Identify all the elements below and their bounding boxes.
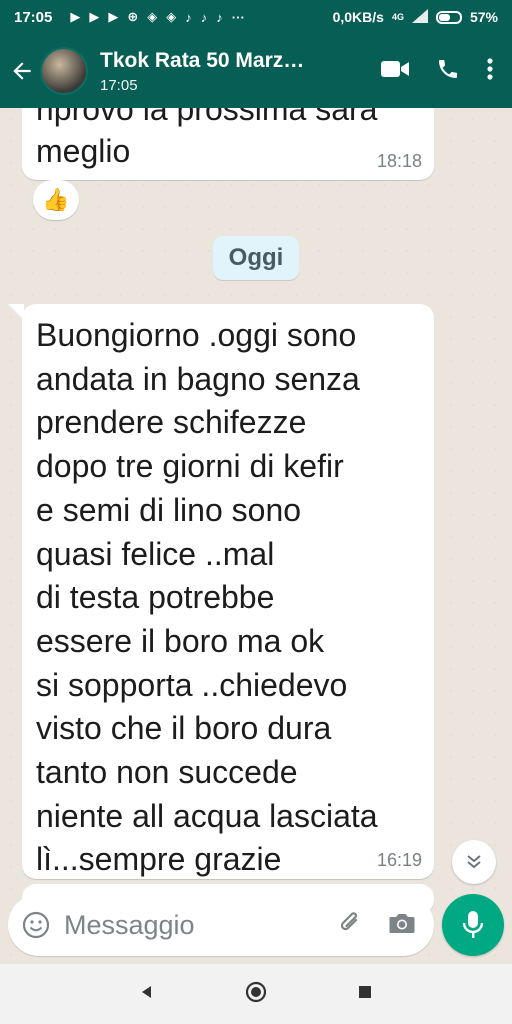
message-line: si sopporta ..chiedevo [36,666,348,703]
message-text: riprovo la prossima sarà meglio [36,108,377,172]
nav-home-button[interactable] [245,981,267,1008]
message-partial-line: riprovo la prossima sarà [36,108,378,127]
battery-icon [435,10,462,24]
nav-recents-icon [359,985,371,998]
avatar[interactable] [40,47,88,95]
camera-button[interactable] [388,911,416,940]
date-divider: Oggi [213,236,299,280]
voice-message-button[interactable] [442,894,504,956]
chat-area[interactable]: riprovo la prossima sarà meglio 18:18 👍 … [0,108,512,964]
mic-icon [462,911,484,938]
scroll-down-button[interactable] [452,840,496,884]
status-bar: 17:05 ▶ ▶ ▶ ⊕ ◈ ◈ ♪ ♪ ♪ ··· 0,0KB/s 4G 5… [0,0,512,34]
message-line: e semi di lino sono [36,491,302,528]
attach-button[interactable] [336,909,364,942]
message-line: prendere schifezze [36,404,307,441]
contact-info[interactable]: Tkok Rata 50 Marz… 17:05 [100,49,330,94]
play-notification-icon: ▶ [89,9,100,24]
system-nav-bar [0,964,512,1024]
attach-icon [340,911,358,930]
nav-home-icon [245,981,267,1002]
video-call-icon [381,60,409,77]
message-line: dopo tre giorni di kefir [36,448,344,485]
message-text: Buongiorno .oggi sono andata in bagno se… [36,314,426,882]
video-call-button[interactable] [380,58,410,85]
scroll-down-icon [467,855,481,869]
camera-icon [389,913,415,933]
back-arrow-icon [13,62,31,80]
message-line: Buongiorno .oggi sono [36,317,357,353]
message-bubble[interactable]: Buongiorno .oggi sono andata in bagno se… [22,304,434,879]
message-input[interactable] [64,909,304,941]
emoji-icon [22,911,50,939]
app-notification-icon: ◈ [166,9,177,24]
play-notification-icon: ▶ [70,9,81,24]
more-vert-icon [487,57,493,80]
last-seen: 17:05 [100,76,138,94]
message-line: quasi felice ..mal [36,535,275,572]
more-options-button[interactable] [486,57,494,86]
app-notification-icon: ⊕ [127,9,139,24]
message-time: 16:19 [376,850,422,870]
message-composer [8,894,434,956]
network-type: 4G [391,12,404,22]
tiktok-icon: ♪ [185,9,192,25]
message-time: 18:18 [376,151,422,171]
message-line: niente all acqua lasciata [36,797,378,834]
phone-icon [439,59,457,78]
emoji-button[interactable] [8,894,64,956]
message-line: di testa potrebbe [36,579,275,616]
battery-percent: 57% [469,9,498,25]
reaction-badge[interactable]: 👍 [33,180,79,220]
chat-header: Tkok Rata 50 Marz… 17:05 [0,34,512,108]
tiktok-icon: ♪ [216,9,223,25]
signal-icon [411,8,428,26]
status-time: 17:05 [14,8,53,26]
thumbs-up-icon: 👍 [42,187,70,212]
message-line: lì...sempre grazie [36,841,282,878]
nav-back-button[interactable] [139,984,155,1005]
more-notifications-icon: ··· [231,9,245,25]
message-line: meglio [36,133,131,169]
message-line: visto che il boro dura [36,710,332,747]
app-notification-icon: ◈ [147,9,158,24]
network-speed: 0,0KB/s [332,9,384,25]
message-bubble[interactable]: riprovo la prossima sarà meglio 18:18 [22,108,434,180]
contact-name: Tkok Rata 50 Marz… [100,48,305,72]
back-button[interactable] [2,34,42,108]
message-line: essere il boro ma ok [36,622,325,659]
message-line: tanto non succede [36,754,298,791]
nav-back-icon [142,985,151,998]
message-line: andata in bagno senza [36,360,360,397]
tiktok-icon: ♪ [200,9,208,25]
play-notification-icon: ▶ [108,9,119,24]
voice-call-button[interactable] [436,57,460,86]
notification-icons: ▶ ▶ ▶ ⊕ ◈ ◈ ♪ ♪ ♪ ··· [70,9,244,25]
nav-recents-button[interactable] [357,984,373,1005]
